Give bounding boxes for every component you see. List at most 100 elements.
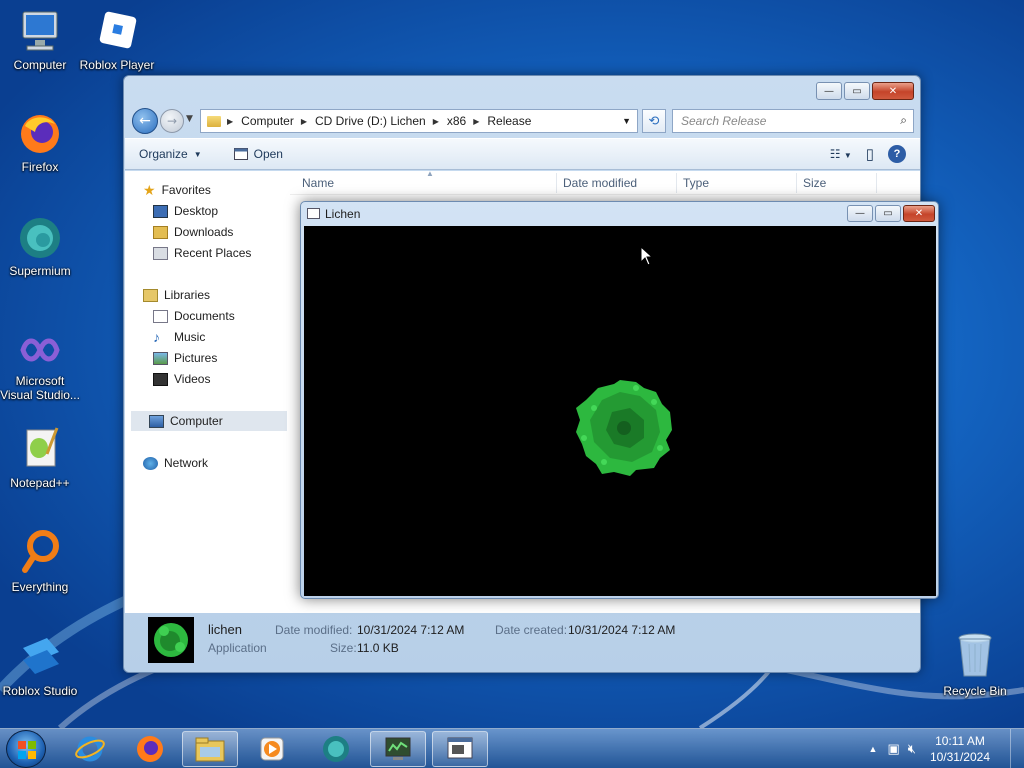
nav-music[interactable]: ♪ Music xyxy=(153,327,205,347)
column-name[interactable]: Name xyxy=(302,176,334,190)
taskbar-file-explorer[interactable] xyxy=(182,731,238,767)
desktop-icon-label: Firefox xyxy=(21,160,59,174)
search-icon: ⌕ xyxy=(900,113,907,127)
nav-libraries[interactable]: Libraries xyxy=(143,285,210,305)
desktop-icon-computer[interactable]: Computer xyxy=(0,10,80,72)
desktop-folder-icon xyxy=(153,204,168,218)
desktop-icon-notepadpp[interactable]: Notepad++ xyxy=(0,424,80,490)
firefox-icon xyxy=(21,115,59,153)
breadcrumb-computer[interactable]: Computer ▶ xyxy=(241,114,307,128)
nav-desktop[interactable]: Desktop xyxy=(153,201,218,221)
recent-pages-dropdown[interactable]: ▼ xyxy=(186,114,193,124)
preview-pane-button[interactable]: ▯ xyxy=(866,145,874,163)
network-icon xyxy=(143,456,158,470)
nav-pictures[interactable]: Pictures xyxy=(153,348,217,368)
desktop-icon-everything[interactable]: Everything xyxy=(0,528,80,594)
taskbar-internet-explorer[interactable] xyxy=(62,731,118,767)
search-input[interactable]: Search Release ⌕ xyxy=(672,109,914,133)
volume-muted-icon[interactable]: 🔇︎ xyxy=(908,741,916,757)
start-button[interactable] xyxy=(6,730,46,768)
nav-videos[interactable]: Videos xyxy=(153,369,210,389)
breadcrumb-release[interactable]: Release xyxy=(487,114,531,128)
chevron-right-icon: ▶ xyxy=(227,116,234,126)
desktop-icon-roblox-player[interactable]: Roblox Player xyxy=(77,10,157,72)
close-button[interactable]: ✕ xyxy=(903,205,935,222)
taskbar-task-app[interactable] xyxy=(370,731,426,767)
back-button[interactable]: ← xyxy=(132,108,158,134)
taskbar-supermium[interactable] xyxy=(308,731,364,767)
forward-button[interactable]: → xyxy=(160,109,184,133)
nav-recent-places[interactable]: Recent Places xyxy=(153,243,251,263)
recycle-bin-icon xyxy=(958,633,992,677)
nav-documents[interactable]: Documents xyxy=(153,306,235,326)
minimize-button[interactable]: — xyxy=(816,82,842,100)
minimize-button[interactable]: — xyxy=(847,205,873,222)
music-icon: ♪ xyxy=(153,329,160,345)
maximize-button[interactable]: ▭ xyxy=(844,82,870,100)
notepadpp-icon xyxy=(26,427,59,467)
view-options-button[interactable]: ☷ ▼ xyxy=(830,147,852,161)
desktop-icon-firefox[interactable]: Firefox xyxy=(0,112,80,174)
supermium-icon xyxy=(20,218,60,258)
details-file-name: lichen xyxy=(208,622,242,637)
column-separator[interactable] xyxy=(556,173,557,193)
nav-computer[interactable]: Computer xyxy=(131,411,287,431)
libraries-icon xyxy=(143,288,158,302)
breadcrumb-cd-drive[interactable]: CD Drive (D:) Lichen ▶ xyxy=(315,114,439,128)
simulation-canvas[interactable] xyxy=(304,226,936,596)
column-type[interactable]: Type xyxy=(683,176,709,190)
maximize-button[interactable]: ▭ xyxy=(875,205,901,222)
taskbar-lichen[interactable] xyxy=(432,731,488,767)
nav-network[interactable]: Network xyxy=(143,453,208,473)
recent-places-icon xyxy=(153,246,168,260)
close-button[interactable]: ✕ xyxy=(872,82,914,100)
lichen-window[interactable]: Lichen — ▭ ✕ xyxy=(300,201,939,599)
column-headers: Name ▲ Date modified Type Size xyxy=(290,169,920,195)
column-separator[interactable] xyxy=(676,173,677,193)
column-separator[interactable] xyxy=(796,173,797,193)
desktop-icon-label: Recycle Bin xyxy=(943,684,1007,698)
address-bar[interactable]: ▶ Computer ▶ CD Drive (D:) Lichen ▶ x86 ▶ R… xyxy=(200,109,638,133)
network-status-icon[interactable]: ▣ xyxy=(887,741,899,757)
chevron-right-icon[interactable]: ▶ xyxy=(473,117,479,126)
details-size: 11.0 KB xyxy=(357,641,399,655)
open-button[interactable]: Open xyxy=(233,147,283,161)
column-separator[interactable] xyxy=(876,173,877,193)
open-app-icon xyxy=(233,148,248,160)
column-size[interactable]: Size xyxy=(803,176,826,190)
lichen-window-controls: — ▭ ✕ xyxy=(847,205,935,222)
chevron-down-icon: ▼ xyxy=(193,149,202,159)
clock[interactable]: 10:11 AM 10/31/2024 xyxy=(930,733,990,765)
show-desktop-button[interactable] xyxy=(1010,729,1024,768)
taskbar-firefox[interactable] xyxy=(122,731,178,767)
desktop-icon-label: Computer xyxy=(13,58,67,72)
details-date-modified: 10/31/2024 7:12 AM xyxy=(357,623,465,637)
documents-icon xyxy=(153,309,168,323)
nav-favorites[interactable]: ★ Favorites xyxy=(143,180,211,200)
chevron-right-icon[interactable]: ▶ xyxy=(301,117,307,126)
taskbar-media-player[interactable] xyxy=(244,731,300,767)
desktop-icon-supermium[interactable]: Supermium xyxy=(0,216,80,278)
breadcrumb-x86[interactable]: x86 ▶ xyxy=(447,114,480,128)
downloads-folder-icon xyxy=(153,225,168,239)
forward-arrow-icon: → xyxy=(166,114,178,128)
column-date-modified[interactable]: Date modified xyxy=(563,176,637,190)
desktop-icon-visual-studio[interactable]: Microsoft Visual Studio... xyxy=(0,330,80,402)
supermium-icon xyxy=(323,736,349,762)
file-explorer-icon xyxy=(195,737,225,762)
desktop-icon-label: Notepad++ xyxy=(10,476,70,490)
desktop-icon-roblox-studio[interactable]: Roblox Studio xyxy=(0,634,80,698)
organize-button[interactable]: Organize ▼ xyxy=(139,147,202,161)
chevron-right-icon[interactable]: ▶ xyxy=(433,117,439,126)
details-date-created-label: Date created: xyxy=(495,623,568,637)
address-dropdown-icon[interactable]: ▼ xyxy=(622,116,631,126)
desktop-icon-recycle-bin[interactable]: Recycle Bin xyxy=(935,630,1015,698)
show-hidden-icons-button[interactable]: ▲ xyxy=(869,744,878,754)
help-button[interactable]: ? xyxy=(888,145,906,163)
refresh-button[interactable]: ⟲ xyxy=(642,109,666,133)
details-file-kind: Application xyxy=(208,641,267,655)
nav-downloads[interactable]: Downloads xyxy=(153,222,233,242)
navigation-bar: ← → ▼ ▶ Computer ▶ CD Drive (D:) Lichen ▶ … xyxy=(132,108,914,136)
everything-icon xyxy=(22,530,59,573)
visual-studio-icon xyxy=(20,338,60,362)
